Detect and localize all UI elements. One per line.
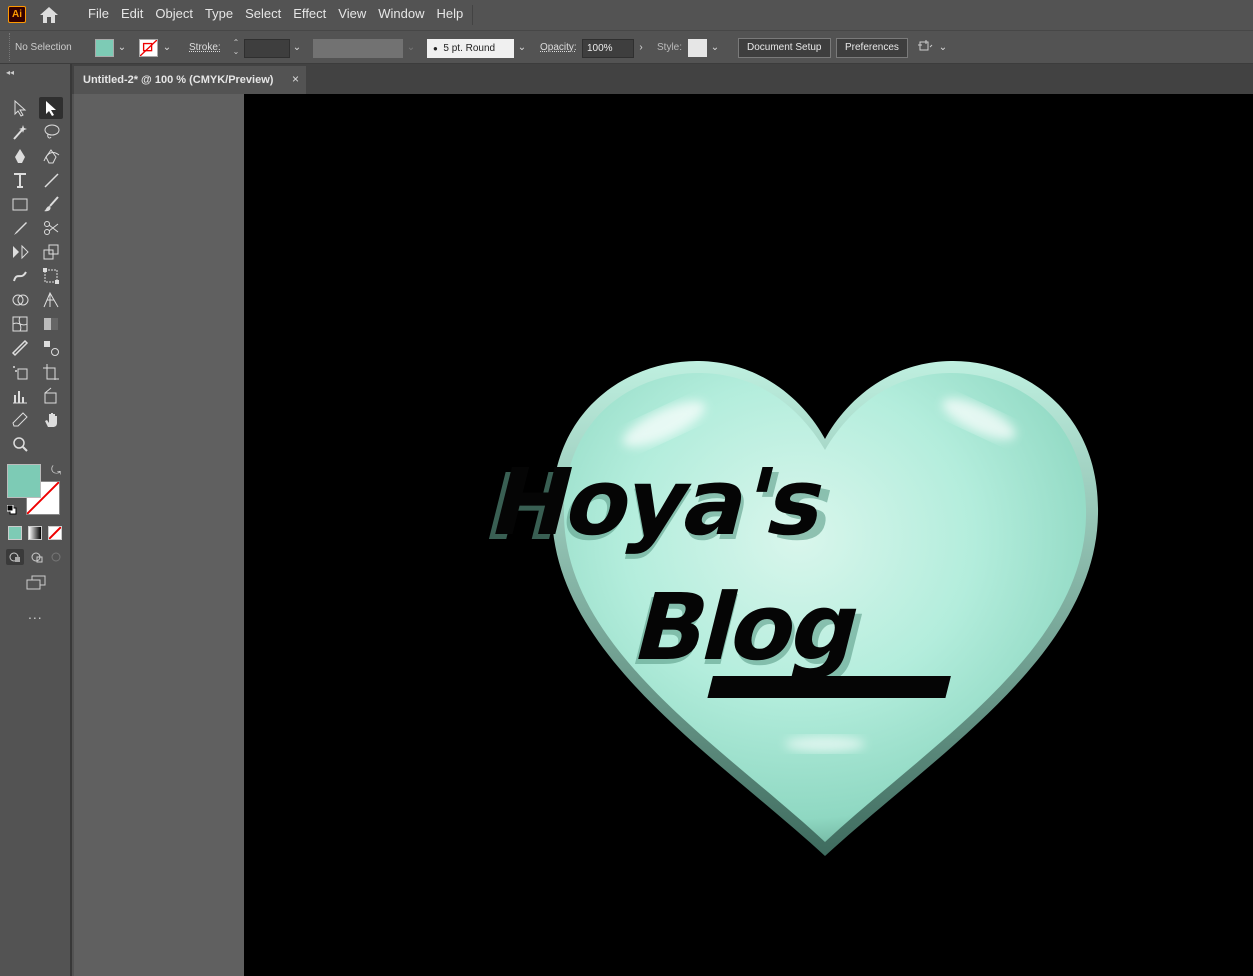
brush-definition[interactable]: ● 5 pt. Round [427,39,514,58]
heart-text-line2: Blog [624,574,869,681]
swap-fill-stroke-icon[interactable]: ⤿ [51,463,61,478]
menu-window[interactable]: Window [372,0,430,30]
collapse-panel-icon[interactable]: ◂◂ [6,68,14,77]
preferences-button[interactable]: Preferences [836,38,908,58]
brush-label: 5 pt. Round [443,43,496,54]
color-mode-icon[interactable] [8,526,22,540]
warp-tool-icon[interactable] [8,265,32,287]
lasso-tool-icon[interactable] [39,121,63,143]
shape-builder-tool-icon[interactable] [8,289,32,311]
slice-tool-icon[interactable] [39,385,63,407]
draw-normal-icon[interactable] [6,549,24,565]
gradient-mode-icon[interactable] [28,526,42,540]
artboard-tool-icon[interactable] [39,361,63,383]
zoom-tool-icon[interactable] [8,433,32,455]
document-setup-button[interactable]: Document Setup [738,38,831,58]
edit-toolbar-icon[interactable]: ... [28,606,43,622]
arrange-documents-icon[interactable] [917,39,933,57]
grip [9,33,11,61]
selection-tool-icon[interactable] [8,97,32,119]
home-icon[interactable] [38,5,60,25]
free-transform-tool-icon[interactable] [39,265,63,287]
menu-divider [472,5,473,25]
stroke-weight-input[interactable] [244,39,290,58]
fill-swatch[interactable] [95,39,114,57]
symbol-sprayer-tool-icon[interactable] [8,361,32,383]
fill-color-box[interactable] [7,464,41,498]
stroke-stepper[interactable]: ⌃ ⌄ [229,38,243,58]
change-screen-mode-icon[interactable] [25,574,47,592]
menu-type[interactable]: Type [199,0,239,30]
opacity-input[interactable]: 100% [582,39,634,58]
shaper-tool-icon[interactable] [8,217,32,239]
default-colors-icon[interactable] [6,504,17,515]
direct-selection-tool-icon[interactable] [39,97,63,119]
heart-artwork[interactable]: Hoya's Hoya's Blog Blog [244,94,1253,976]
heart-text-underline [707,676,951,698]
scale-tool-icon[interactable] [39,241,63,263]
stroke-swatch[interactable] [139,39,158,57]
draw-behind-icon[interactable] [28,549,46,565]
main-menu: File Edit Object Type Select Effect View Window… [82,0,469,30]
chevron-down-icon[interactable]: ⌄ [161,39,173,57]
chevron-down-icon[interactable]: ⌄ [405,39,417,57]
menu-object[interactable]: Object [149,0,199,30]
document-tab-title: Untitled-2* @ 100 % (CMYK/Preview) [83,74,274,86]
eraser-tool-icon[interactable] [8,409,32,431]
magic-wand-tool-icon[interactable] [8,121,32,143]
stroke-label[interactable]: Stroke: [189,42,221,53]
close-icon[interactable]: × [292,72,299,86]
menu-edit[interactable]: Edit [115,0,149,30]
blend-tool-icon[interactable] [39,337,63,359]
menu-effect[interactable]: Effect [287,0,332,30]
gradient-tool-icon[interactable] [39,313,63,335]
pasteboard[interactable] [74,94,244,976]
perspective-grid-tool-icon[interactable] [39,289,63,311]
mesh-tool-icon[interactable] [8,313,32,335]
none-mode-icon[interactable] [48,526,62,540]
rectangle-tool-icon[interactable] [8,193,32,215]
type-tool-icon[interactable] [8,169,32,191]
column-graph-tool-icon[interactable] [8,385,32,407]
opacity-label[interactable]: Opacity: [540,42,577,53]
pen-tool-icon[interactable] [8,145,32,167]
scissors-tool-icon[interactable] [39,217,63,239]
heart-text-line1: Hoya's [481,449,835,556]
chevron-down-icon[interactable]: ⌄ [937,39,949,57]
style-label: Style: [657,42,683,53]
chevron-down-icon[interactable]: ⌄ [116,39,128,57]
control-bar: No Selection ⌄ ⌄ Stroke: ⌃ ⌄ ⌄ ⌄ ● 5 pt. … [0,30,1253,64]
selection-status: No Selection [15,42,72,53]
rotate-tool-icon[interactable] [8,241,32,263]
chevron-down-icon[interactable]: ⌄ [291,39,303,57]
document-tab-bar: Untitled-2* @ 100 % (CMYK/Preview) × [72,64,1253,94]
brush-dot-icon: ● [433,44,438,53]
menu-select[interactable]: Select [239,0,287,30]
line-segment-tool-icon[interactable] [39,169,63,191]
curvature-tool-icon[interactable] [39,145,63,167]
eyedropper-tool-icon[interactable] [8,337,32,359]
menu-view[interactable]: View [332,0,372,30]
document-tab[interactable]: Untitled-2* @ 100 % (CMYK/Preview) × [74,66,306,94]
paintbrush-tool-icon[interactable] [39,193,63,215]
chevron-down-icon[interactable]: ⌄ [709,39,721,57]
menu-help[interactable]: Help [430,0,469,30]
menu-bar: Ai File Edit Object Type Select Effect View Win… [0,0,1253,30]
variable-width-profile[interactable] [313,39,403,58]
draw-inside-icon[interactable] [47,549,65,565]
menu-file[interactable]: File [82,0,115,30]
chevron-down-icon[interactable]: ⌄ [516,39,528,57]
graphic-style-swatch[interactable] [688,39,707,57]
chevron-right-icon[interactable]: › [635,39,647,57]
app-logo: Ai [8,6,26,23]
artboard[interactable]: Hoya's Hoya's Blog Blog [244,94,1253,976]
hand-tool-icon[interactable] [39,409,63,431]
